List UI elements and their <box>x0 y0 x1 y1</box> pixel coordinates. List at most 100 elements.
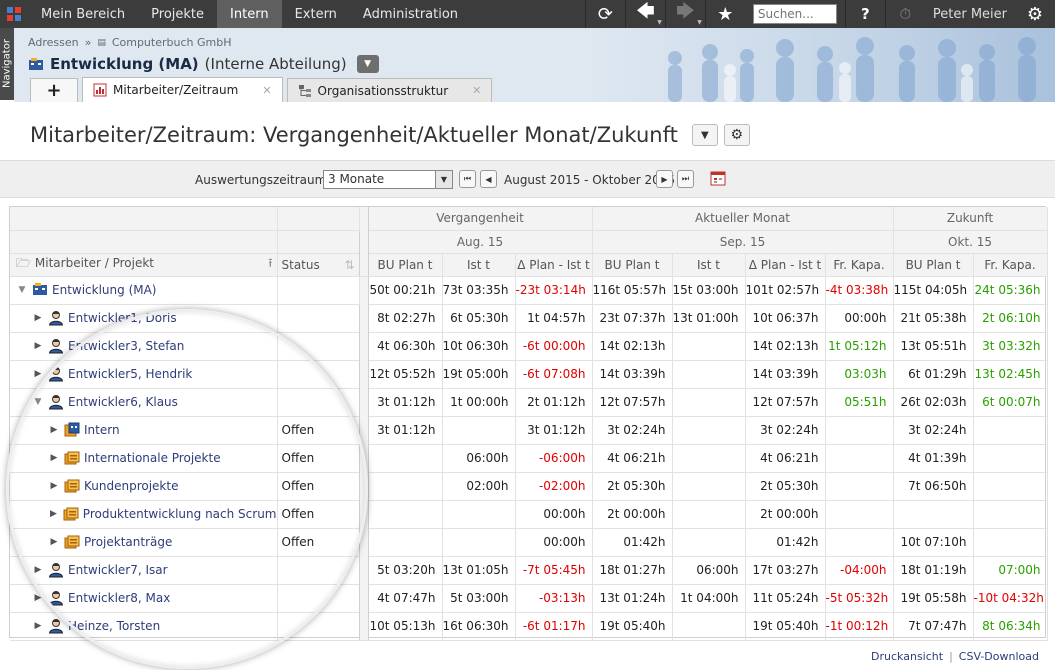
add-tab-button[interactable]: + <box>30 78 78 102</box>
expand-triangle-icon[interactable]: ▶ <box>48 509 59 519</box>
sort-asc-icon[interactable]: ⭱ <box>268 254 272 275</box>
user-name[interactable]: Peter Meier <box>925 7 1015 22</box>
expand-triangle-icon[interactable]: ▶ <box>32 593 44 603</box>
table-row[interactable]: ▶ Entwickler7, Isar 5t 03:20h 13t 01:05h -7t… <box>10 556 1048 585</box>
column-header-1[interactable]: BU Plan t <box>368 253 443 277</box>
table-row[interactable]: ▶ Entwickler8, Max 4t 07:47h 5t 03:00h -03:1… <box>10 584 1048 613</box>
row-name-cell[interactable]: ▶ Entwickler7, Isar <box>10 556 278 585</box>
nav-tab-extern[interactable]: Extern <box>282 0 350 28</box>
nav-tab-intern[interactable]: Intern <box>217 0 282 28</box>
breadcrumb-addresses-link[interactable]: Adressen <box>28 36 79 49</box>
expand-triangle-icon[interactable]: ▶ <box>32 369 44 379</box>
row-name-link[interactable]: Entwickler6, Klaus <box>68 395 178 409</box>
row-name-link[interactable]: Entwickler5, Hendrik <box>68 367 192 381</box>
row-name-cell[interactable]: ▶ Intern <box>10 416 278 445</box>
print-view-link[interactable]: Druckansicht <box>871 650 943 663</box>
favorites-star-icon[interactable]: ★ <box>704 0 745 28</box>
row-name-link[interactable]: Kundenprojekte <box>84 479 178 493</box>
row-name-cell[interactable]: ▼ Entwicklung (MA) <box>10 276 278 305</box>
table-row[interactable]: ▼ Entwicklung (MA) 50t 00:21h 73t 03:35h -23… <box>10 276 1048 641</box>
table-row[interactable]: ▶ Entwickler5, Hendrik 12t 05:52h 19t 05:00… <box>10 360 1048 389</box>
back-arrow-icon[interactable]: 🡄 ▼ <box>624 0 665 28</box>
csv-download-link[interactable]: CSV-Download <box>959 650 1039 663</box>
column-header-2[interactable]: Ist t <box>442 253 516 277</box>
view-dropdown-button[interactable]: ▼ <box>691 124 718 146</box>
table-row[interactable]: ▶ Internationale Projekte Offen 06:00h -06:0… <box>10 444 1048 473</box>
first-period-button[interactable]: ⏮ <box>459 170 476 188</box>
row-name-cell[interactable]: ▶ Projektanträge <box>10 528 278 557</box>
table-row[interactable]: ▶ Heinze, Torsten 10t 05:13h 16t 06:30h -6t … <box>10 612 1048 641</box>
nav-tab-mein-bereich[interactable]: Mein Bereich <box>28 0 138 28</box>
next-period-button[interactable]: ▶ <box>656 170 673 188</box>
expand-triangle-icon[interactable]: ▶ <box>32 313 44 323</box>
row-name-link[interactable]: Entwickler1, Doris <box>68 311 177 325</box>
row-name-link[interactable]: Internationale Projekte <box>84 451 221 465</box>
table-row[interactable]: ▶ Produktentwicklung nach Scrum Offen 00:00… <box>10 500 1048 529</box>
context-dropdown-button[interactable]: ▼ <box>356 55 379 73</box>
help-icon[interactable]: ? <box>844 0 885 28</box>
row-name-cell[interactable]: ▶ Kundenprojekte <box>10 472 278 501</box>
calendar-icon[interactable] <box>710 171 726 189</box>
collapse-triangle-icon[interactable]: ▼ <box>32 397 44 407</box>
row-name-link[interactable]: Intern <box>84 423 120 437</box>
row-name-cell[interactable]: ▶ Heinze, Torsten <box>10 612 278 641</box>
table-row[interactable]: ▼ Entwickler6, Klaus 3t 01:12h 1t 00:00h 2t … <box>10 388 1048 417</box>
nav-tab-projekte[interactable]: Projekte <box>138 0 217 28</box>
row-name-link[interactable]: Entwickler7, Isar <box>68 563 168 577</box>
row-name-cell[interactable]: ▶ Entwickler3, Stefan <box>10 332 278 361</box>
last-period-button[interactable]: ⏭ <box>677 170 694 188</box>
close-tab-icon[interactable]: ✕ <box>472 84 481 97</box>
expand-triangle-icon[interactable]: ▶ <box>48 425 60 435</box>
row-name-link[interactable]: Projektanträge <box>84 535 172 549</box>
table-row[interactable]: ▶ Entwickler3, Stefan 4t 06:30h 10t 06:30h -… <box>10 332 1048 361</box>
row-name-cell[interactable]: ▶ Produktentwicklung nach Scrum <box>10 500 278 529</box>
expand-triangle-icon[interactable]: ▶ <box>48 453 60 463</box>
row-name-link[interactable]: Entwickler3, Stefan <box>68 339 184 353</box>
expand-triangle-icon[interactable]: ▶ <box>48 537 60 547</box>
row-name-link[interactable]: Entwicklung (MA) <box>52 283 157 297</box>
settings-gear-icon[interactable]: ⚙ <box>1015 0 1055 28</box>
tab-mitarbeiter-zeitraum[interactable]: Mitarbeiter/Zeitraum ✕ <box>82 77 283 102</box>
search-input[interactable] <box>752 4 837 24</box>
row-name-cell[interactable]: ▼ Entwickler6, Klaus <box>10 388 278 417</box>
navigator-toggle[interactable]: Navigator <box>0 28 14 100</box>
row-name-cell[interactable]: ▶ Entwickler8, Max <box>10 584 278 613</box>
row-name-link[interactable]: Entwickler8, Max <box>68 591 170 605</box>
column-header-7[interactable]: Fr. Kapa. <box>825 253 894 277</box>
stopwatch-icon[interactable]: ⏱ <box>884 0 925 28</box>
expand-triangle-icon[interactable]: ▶ <box>32 341 44 351</box>
breadcrumb-company-link[interactable]: Computerbuch GmbH <box>112 36 232 49</box>
close-tab-icon[interactable]: ✕ <box>262 84 271 97</box>
table-row[interactable]: ▶ Intern Offen 3t 01:12h 3t 01:12h 3t 02:24h 3… <box>10 416 1048 445</box>
column-header-status[interactable]: Status ⇅ <box>277 253 360 277</box>
expand-triangle-icon[interactable]: ▶ <box>32 621 44 631</box>
table-row[interactable]: ▶ Entwickler1, Doris 8t 02:27h 6t 05:30h 1t … <box>10 304 1048 333</box>
period-select[interactable]: 3 Monate ▼ <box>323 170 453 189</box>
nav-tab-administration[interactable]: Administration <box>350 0 471 28</box>
column-header-name[interactable]: 🗁 Mitarbeiter / Projekt ⭱ <box>10 253 278 277</box>
row-name-cell[interactable]: ▶ Entwickler1, Doris <box>10 304 278 333</box>
row-name-link[interactable]: Produktentwicklung nach Scrum <box>83 507 276 521</box>
view-settings-gear-icon[interactable]: ⚙ <box>723 124 750 146</box>
column-header-8[interactable]: BU Plan t <box>893 253 974 277</box>
tab-organisationsstruktur[interactable]: Organisationsstruktur ✕ <box>286 78 493 102</box>
collapse-triangle-icon[interactable]: ▼ <box>16 285 28 295</box>
table-row[interactable]: ▶ Projektanträge Offen 00:00h 01:42h 01:42h 10… <box>10 528 1048 557</box>
column-header-5[interactable]: Ist t <box>672 253 746 277</box>
row-name-cell[interactable]: ▶ Entwickler5, Hendrik <box>10 360 278 389</box>
column-header-9[interactable]: Fr. Kapa. <box>973 253 1048 277</box>
expand-triangle-icon[interactable]: ▶ <box>32 565 44 575</box>
app-logo-icon[interactable] <box>0 0 28 28</box>
sort-icon[interactable]: ⇅ <box>344 258 354 272</box>
column-header-4[interactable]: BU Plan t <box>592 253 673 277</box>
row-name-link[interactable]: Heinze, Torsten <box>68 619 160 633</box>
chevron-down-icon[interactable]: ▼ <box>435 171 452 188</box>
table-row[interactable]: ▶ Kundenprojekte Offen 02:00h -02:00h 2t 05:3… <box>10 472 1048 501</box>
previous-period-button[interactable]: ◀ <box>480 170 497 188</box>
column-header-3[interactable]: Δ Plan - Ist t <box>515 253 593 277</box>
refresh-icon[interactable]: ⟳ <box>584 0 625 28</box>
row-name-cell[interactable]: ▶ Internationale Projekte <box>10 444 278 473</box>
forward-arrow-icon[interactable]: 🡆 ▼ <box>664 0 705 28</box>
expand-triangle-icon[interactable]: ▶ <box>48 481 60 491</box>
column-header-6[interactable]: Δ Plan - Ist t <box>745 253 826 277</box>
